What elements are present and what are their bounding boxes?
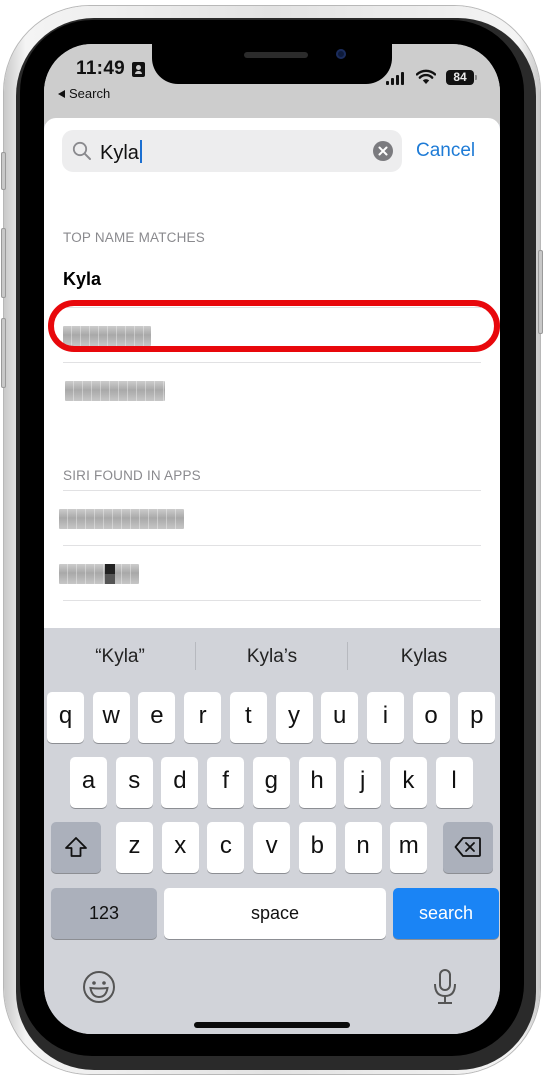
shift-icon [65, 837, 87, 857]
wifi-icon [416, 69, 436, 84]
cellular-signal-icon [386, 72, 404, 85]
battery-icon: 84 [446, 70, 474, 85]
suggestion-plural[interactable]: Kylas [348, 628, 500, 684]
search-input[interactable]: Kyla [62, 130, 402, 172]
key-k[interactable]: k [389, 757, 427, 808]
key-d[interactable]: d [161, 757, 199, 808]
key-n[interactable]: n [344, 822, 382, 873]
result-name: Kyla [63, 269, 102, 289]
back-triangle-icon [58, 89, 65, 98]
suggestion-divider [195, 642, 196, 670]
key-i[interactable]: i [366, 692, 404, 743]
redacted-name [59, 509, 184, 529]
search-sheet: Kyla Cancel TOP NAME MATCHES Kyla SIRI F… [44, 118, 500, 628]
shift-key[interactable] [51, 822, 101, 873]
silent-switch [1, 152, 6, 190]
key-g[interactable]: g [252, 757, 290, 808]
suggestion-possessive[interactable]: Kyla’s [196, 628, 348, 684]
key-l[interactable]: l [435, 757, 473, 808]
volume-up-button [1, 228, 6, 298]
cancel-button[interactable]: Cancel [416, 140, 475, 162]
clear-circle-icon [378, 146, 388, 156]
result-row-redacted[interactable] [63, 363, 481, 417]
numbers-key[interactable]: 123 [51, 888, 157, 939]
key-s[interactable]: s [115, 757, 153, 808]
key-p[interactable]: p [458, 692, 496, 743]
key-v[interactable]: v [253, 822, 291, 873]
key-f[interactable]: f [207, 757, 245, 808]
predictive-bar: “Kyla” Kyla’s Kylas [44, 628, 500, 684]
redacted-name [59, 564, 139, 584]
key-e[interactable]: e [138, 692, 176, 743]
key-o[interactable]: o [412, 692, 450, 743]
redacted-pixel [105, 564, 115, 574]
battery-nub [475, 75, 477, 80]
section-header-top-name-matches: TOP NAME MATCHES [63, 230, 205, 245]
result-row-kyla[interactable]: Kyla [63, 253, 481, 307]
contact-card-icon [132, 62, 145, 77]
key-b[interactable]: b [298, 822, 336, 873]
key-w[interactable]: w [92, 692, 130, 743]
power-button [538, 250, 543, 334]
phone-screen: 11:49 Search 84 Kyla Cancel TOP NAME MAT… [44, 44, 500, 1034]
key-z[interactable]: z [116, 822, 153, 873]
key-q[interactable]: q [47, 692, 84, 743]
key-x[interactable]: x [161, 822, 199, 873]
redacted-pixel [105, 574, 115, 584]
search-icon [72, 141, 91, 160]
back-app-label: Search [69, 86, 111, 101]
search-row: Kyla Cancel [62, 130, 482, 172]
notch [152, 44, 392, 84]
key-c[interactable]: c [207, 822, 245, 873]
key-t[interactable]: t [229, 692, 267, 743]
key-m[interactable]: m [390, 822, 428, 873]
key-j[interactable]: j [344, 757, 382, 808]
redacted-name [65, 381, 165, 401]
delete-key[interactable] [443, 822, 493, 873]
row-divider [63, 600, 481, 601]
key-y[interactable]: y [275, 692, 313, 743]
earpiece-speaker [244, 52, 308, 58]
space-key[interactable]: space [164, 888, 386, 939]
search-key[interactable]: search [393, 888, 499, 939]
result-row-redacted[interactable] [63, 308, 481, 362]
keyboard: “Kyla” Kyla’s Kylas qwertyuiop asdfghjkl… [44, 628, 500, 1034]
back-to-app-link[interactable]: Search [58, 86, 110, 101]
suggestion-quoted[interactable]: “Kyla” [44, 628, 196, 684]
front-camera [336, 49, 346, 59]
search-query-text: Kyla [100, 140, 142, 165]
key-u[interactable]: u [321, 692, 359, 743]
delete-icon [454, 837, 481, 857]
suggestion-divider [347, 642, 348, 670]
siri-result-row-redacted[interactable] [59, 546, 481, 600]
key-r[interactable]: r [184, 692, 222, 743]
key-h[interactable]: h [298, 757, 336, 808]
home-indicator[interactable] [194, 1022, 350, 1028]
text-caret [139, 140, 142, 163]
emoji-icon[interactable] [82, 970, 116, 1004]
volume-down-button [1, 318, 6, 388]
siri-result-row-redacted[interactable] [59, 491, 481, 545]
microphone-icon[interactable] [432, 968, 458, 1006]
status-time: 11:49 [76, 58, 126, 79]
redacted-name [63, 326, 151, 346]
clear-text-button[interactable] [373, 141, 393, 161]
section-header-siri-found-in-apps: SIRI FOUND IN APPS [63, 468, 201, 483]
key-a[interactable]: a [70, 757, 107, 808]
